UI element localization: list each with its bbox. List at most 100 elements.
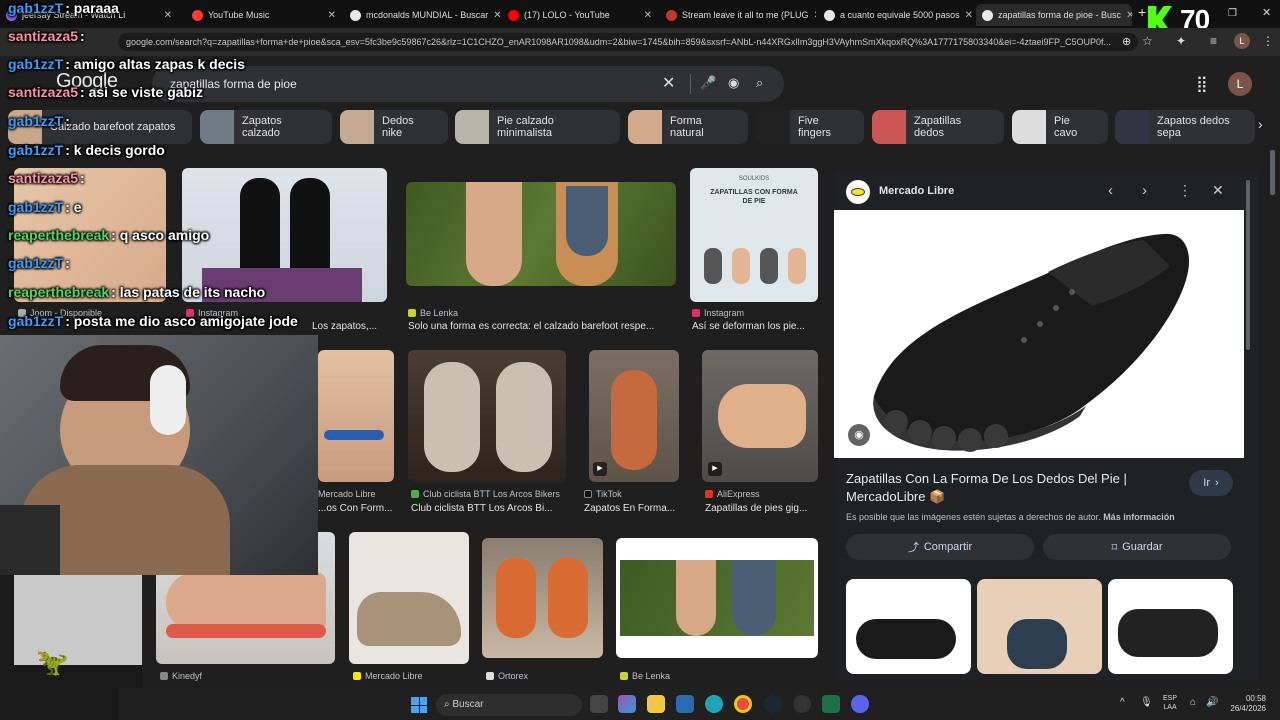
chips-next-icon[interactable]: › [1258,116,1263,132]
result-image-3[interactable]: SOULKIDS ZAPATILLAS CON FORMA DE PIE [690,168,818,302]
tab-close-icon[interactable]: ✕ [814,10,816,21]
volume-icon[interactable]: 🔊 [1206,697,1218,708]
preview-image[interactable]: ◉ [834,210,1244,458]
language-indicator[interactable]: ESP LAA [1163,694,1177,712]
discord-icon[interactable] [851,695,869,713]
tray-chevron-icon[interactable]: ^ [1120,697,1125,708]
tab-2[interactable]: mcdonalds MUNDIAL - Buscar ✕ [344,4,500,26]
browser-menu-icon[interactable]: ⋮ [1262,34,1274,48]
result-source-7[interactable]: AliExpress [705,489,760,499]
windows-start-icon[interactable] [411,697,427,713]
bookmark-star-icon[interactable]: ☆ [1142,34,1153,48]
next-image-icon[interactable]: › [1142,182,1147,199]
share-button[interactable]: ⤴ Compartir [846,534,1034,560]
tab-3[interactable]: (17) LOLO - YouTube ✕ [502,4,658,26]
network-icon[interactable]: ⌂ [1190,697,1196,708]
apps-grid-icon[interactable]: ⣿ [1196,74,1208,94]
result-source-11[interactable]: Be Lenka [620,671,670,681]
address-bar[interactable]: google.com/search?q=zapatillas+forma+de+… [118,33,1138,51]
visit-button[interactable]: Ir › [1189,470,1233,496]
result-source-9[interactable]: Mercado Libre [353,671,423,681]
chip-5[interactable]: Five fingers [756,110,864,144]
google-account-avatar[interactable]: L [1228,72,1252,96]
prev-image-icon[interactable]: ‹ [1108,182,1113,199]
restore-window-icon[interactable]: ❐ [1228,8,1237,19]
related-image-2[interactable] [1108,579,1233,674]
result-caption-2[interactable]: Solo una forma es correcta: el calzado b… [408,321,674,332]
result-image-11[interactable] [616,538,818,658]
edge-icon[interactable] [705,695,723,713]
chip-4[interactable]: Forma natural [628,110,748,144]
file-explorer-icon[interactable] [647,695,665,713]
chip-1[interactable]: Zapatos calzado [200,110,332,144]
lens-search-icon[interactable]: ◉ [848,424,870,446]
tab-close-icon[interactable]: ✕ [328,10,336,21]
result-caption-3[interactable]: Así se deforman los pie... [692,321,818,332]
chip-6[interactable]: Zapatillas dedos [872,110,1004,144]
result-image-1[interactable] [182,168,387,302]
save-button[interactable]: ⌑ Guardar [1043,534,1231,560]
lens-icon[interactable]: ◉ [728,75,739,91]
result-image-7[interactable]: ▶ [702,350,818,482]
voice-search-icon[interactable]: 🎤 [700,75,716,91]
more-info-link[interactable]: Más información [1103,512,1175,522]
result-caption-5[interactable]: Club ciclista BTT Los Arcos Bi... [411,503,566,514]
task-view-icon[interactable] [590,695,608,713]
steam-icon[interactable] [764,695,782,713]
search-box[interactable]: zapatillas forma de pioe ✕ 🎤 ◉ ⌕ [152,66,784,102]
result-image-2[interactable] [406,182,676,286]
close-panel-icon[interactable]: ✕ [1212,182,1224,199]
result-caption-7[interactable]: Zapatillas de pies gig... [705,503,818,514]
related-image-0[interactable] [846,579,971,674]
result-caption-1[interactable]: Los zapatos,... [312,321,388,332]
tab-6-active[interactable]: zapatillas forma de pioe - Busc ✕ [976,4,1132,26]
profile-avatar[interactable]: L [1234,33,1250,49]
tab-1[interactable]: YouTube Music ✕ [186,4,342,26]
tab-close-icon[interactable]: ✕ [1126,10,1132,21]
copilot-icon[interactable] [618,695,636,713]
tab-4[interactable]: Stream leave it all to me (PLUG ✕ [660,4,816,26]
chrome-icon[interactable] [734,695,752,713]
panel-scrollbar[interactable] [1246,180,1250,350]
result-source-8[interactable]: Kinedyf [160,671,202,681]
result-caption-4[interactable]: ...os Con Form... [318,503,394,514]
store-icon[interactable] [676,695,694,713]
search-icon[interactable]: ⌕ [756,75,763,91]
related-image-1[interactable] [977,579,1102,674]
tab-close-icon[interactable]: ✕ [164,10,172,21]
result-image-4[interactable] [318,350,394,482]
excel-icon[interactable] [822,695,840,713]
clear-search-icon[interactable]: ✕ [662,73,675,93]
tab-close-icon[interactable]: ✕ [644,10,652,21]
result-source-4[interactable]: Mercado Libre [318,489,376,499]
result-source-3[interactable]: Instagram [692,308,744,318]
panel-title[interactable]: Zapatillas Con La Forma De Los Dedos Del… [846,470,1176,506]
close-window-icon[interactable]: ✕ [1262,6,1271,19]
result-source-10[interactable]: Ortorex [486,671,528,681]
tab-close-icon[interactable]: ✕ [965,10,973,21]
result-source-2[interactable]: Be Lenka [408,308,458,318]
obs-icon[interactable] [793,695,811,713]
zoom-icon[interactable]: ⊕ [1122,35,1131,48]
result-caption-6[interactable]: Zapatos En Forma... [584,503,684,514]
clock[interactable]: 00:58 26/4/2026 [1226,694,1266,714]
result-image-10[interactable] [482,538,603,658]
sidepanel-icon[interactable]: ≡ [1210,34,1217,48]
result-image-5[interactable] [408,350,566,482]
result-image-9[interactable] [349,532,469,664]
mic-icon[interactable]: 🎙 [1140,697,1153,708]
chip-3[interactable]: Pie calzado minimalista [455,110,620,144]
result-image-6[interactable]: ▶ [589,350,679,482]
page-scrollbar[interactable] [1270,150,1275,195]
tab-close-icon[interactable]: ✕ [493,10,500,21]
result-source-5[interactable]: Club ciclista BTT Los Arcos Bikers [411,489,560,499]
panel-source[interactable]: Mercado Libre [879,185,954,197]
chip-2[interactable]: Dedos nike [340,110,448,144]
taskbar-search[interactable]: ⌕ Buscar [436,694,582,716]
more-options-icon[interactable]: ⋮ [1178,182,1192,199]
tab-5[interactable]: a cuanto equivale 5000 pasos ✕ [818,4,974,26]
chip-7[interactable]: Pie cavo [1012,110,1108,144]
result-source-6[interactable]: TikTok [584,489,622,499]
extensions-icon[interactable]: ✦ [1176,34,1186,48]
chip-8[interactable]: Zapatos dedos sepa [1115,110,1255,144]
